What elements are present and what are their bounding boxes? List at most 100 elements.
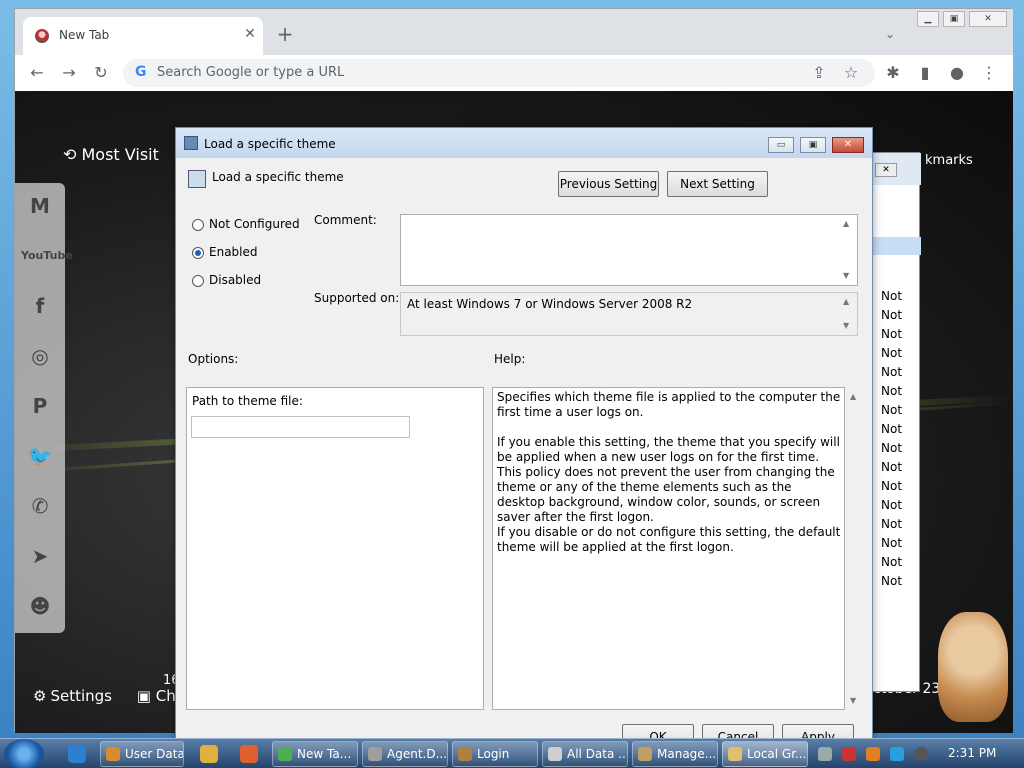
internet-explorer-icon[interactable] <box>68 745 86 763</box>
radio-disabled[interactable] <box>192 275 204 287</box>
user-icon <box>458 747 472 761</box>
background-list-row[interactable]: Not <box>881 574 902 588</box>
scroll-down-icon[interactable]: ▼ <box>843 271 849 280</box>
background-list-row[interactable]: Not <box>881 365 902 379</box>
background-list-row[interactable]: Not <box>881 327 902 341</box>
background-list-row[interactable]: Not <box>881 517 902 531</box>
policy-setting-dialog: Load a specific theme ▭ ▣ ✕ Load a speci… <box>175 127 873 750</box>
background-list-row[interactable]: Not <box>881 384 902 398</box>
chrome-close-button[interactable]: ✕ <box>969 11 1007 27</box>
dialog-titlebar: Load a specific theme ▭ ▣ ✕ <box>176 128 872 158</box>
tab-search-icon[interactable]: ⌄ <box>885 27 895 41</box>
background-list-row[interactable]: Not <box>881 289 902 303</box>
new-tab-button[interactable]: + <box>273 23 297 47</box>
background-list-row[interactable]: Not <box>881 308 902 322</box>
chrome-menu-icon[interactable]: ⋮ <box>979 63 999 83</box>
help-paragraph: If you enable this setting, the theme th… <box>497 435 840 524</box>
scroll-down-icon[interactable]: ▼ <box>843 321 849 330</box>
background-list-row[interactable]: Not <box>881 422 902 436</box>
bookmarks-label[interactable]: kmarks <box>925 153 973 168</box>
bookmark-star-icon[interactable]: ☆ <box>841 63 861 83</box>
share-icon[interactable]: ⇪ <box>809 63 829 83</box>
reddit-icon[interactable]: ☻ <box>21 587 59 625</box>
policy-name: Load a specific theme <box>212 170 344 184</box>
taskbar-item-local-group-policy[interactable]: Local Gr... <box>722 741 808 767</box>
taskbar-item-manage[interactable]: Manage... <box>632 741 718 767</box>
app-icon[interactable] <box>240 745 258 763</box>
background-list-row[interactable]: Not <box>881 555 902 569</box>
comment-label: Comment: <box>314 213 377 227</box>
help-paragraph: Specifies which theme file is applied to… <box>497 390 841 419</box>
hamster-desktop-pet[interactable] <box>938 612 1008 722</box>
dialog-minimize-button[interactable]: ▭ <box>768 137 794 153</box>
forward-icon[interactable]: → <box>59 63 79 83</box>
instagram-icon[interactable]: ◎ <box>21 337 59 375</box>
back-icon[interactable]: ← <box>27 63 47 83</box>
dialog-maximize-button[interactable]: ▣ <box>800 137 826 153</box>
background-list-row[interactable]: Not <box>881 460 902 474</box>
background-list-row[interactable]: Not <box>881 441 902 455</box>
youtube-icon[interactable]: YouTube <box>21 237 73 275</box>
scroll-up-icon[interactable]: ▲ <box>843 219 849 228</box>
taskbar-item-login[interactable]: Login <box>452 741 538 767</box>
path-to-theme-label: Path to theme file: <box>192 394 303 408</box>
taskbar-item-all-data[interactable]: All Data ... <box>542 741 628 767</box>
next-setting-button[interactable]: Next Setting <box>667 171 768 197</box>
background-list-row[interactable]: Not <box>881 479 902 493</box>
radio-enabled[interactable] <box>192 247 204 259</box>
pinterest-icon[interactable]: P <box>21 387 59 425</box>
taskbar-item-new-tab[interactable]: New Ta... <box>272 741 358 767</box>
background-list-row[interactable]: Not <box>881 536 902 550</box>
most-visited-heading[interactable]: ⟲ Most Visit <box>63 145 159 164</box>
scroll-up-icon[interactable]: ▲ <box>850 392 856 401</box>
taskbar: User Data New Ta... Agent.D... Login All… <box>0 738 1024 768</box>
radio-not-configured[interactable] <box>192 219 204 231</box>
image-icon: ▣ <box>136 687 156 705</box>
telegram-icon[interactable]: ➤ <box>21 537 59 575</box>
background-window-close-button[interactable]: ✕ <box>875 163 897 177</box>
clock[interactable]: 2:31 PM <box>948 746 996 760</box>
settings-button[interactable]: ⚙ Settings ▣ Ch <box>33 687 176 705</box>
tab-close-icon[interactable]: ✕ <box>241 25 259 43</box>
omnibox-placeholder: Search Google or type a URL <box>157 65 345 80</box>
folder-icon <box>106 747 120 761</box>
window-icon <box>368 747 382 761</box>
disabled-label[interactable]: Disabled <box>209 273 261 287</box>
tray-network-icon[interactable] <box>890 747 904 761</box>
tray-record-icon[interactable] <box>914 747 928 761</box>
side-panel-icon[interactable]: ▮ <box>915 63 935 83</box>
background-list-row[interactable]: Not <box>881 403 902 417</box>
background-list-row[interactable]: Not <box>881 498 902 512</box>
start-button[interactable] <box>4 739 44 768</box>
chrome-minimize-button[interactable]: ▁ <box>917 11 939 27</box>
not-configured-label[interactable]: Not Configured <box>209 217 300 231</box>
scroll-down-icon[interactable]: ▼ <box>850 696 856 705</box>
background-list-row[interactable]: Not <box>881 346 902 360</box>
profile-icon[interactable]: ● <box>947 63 967 83</box>
tray-search-icon[interactable] <box>866 747 880 761</box>
supported-on-label: Supported on: <box>314 291 400 305</box>
gmail-icon[interactable]: M <box>21 187 59 225</box>
enabled-label[interactable]: Enabled <box>209 245 258 259</box>
help-label: Help: <box>494 352 526 366</box>
whatsapp-icon[interactable]: ✆ <box>21 487 59 525</box>
tray-v-icon[interactable] <box>842 747 856 761</box>
dialog-close-button[interactable]: ✕ <box>832 137 864 153</box>
comment-textarea[interactable]: ▲ ▼ <box>400 214 858 286</box>
reload-icon[interactable]: ↻ <box>91 63 111 83</box>
taskbar-item-agent[interactable]: Agent.D... <box>362 741 448 767</box>
previous-setting-button[interactable]: Previous Setting <box>558 171 659 197</box>
twitter-icon[interactable]: 🐦 <box>21 437 59 475</box>
tray-app-icon[interactable] <box>818 747 832 761</box>
scroll-up-icon[interactable]: ▲ <box>843 297 849 306</box>
options-pane: Path to theme file: <box>186 387 484 710</box>
theme-path-input[interactable] <box>191 416 410 438</box>
extensions-icon[interactable]: ✱ <box>883 63 903 83</box>
help-scrollbar[interactable]: ▲ ▼ <box>846 388 862 711</box>
facebook-icon[interactable]: f <box>21 287 59 325</box>
media-player-icon[interactable] <box>200 745 218 763</box>
omnibox[interactable]: G Search Google or type a URL ⇪ ☆ <box>123 59 875 87</box>
taskbar-item-user-data[interactable]: User Data <box>100 741 184 767</box>
tab-new-tab[interactable]: New Tab ✕ <box>23 17 263 55</box>
chrome-maximize-button[interactable]: ▣ <box>943 11 965 27</box>
